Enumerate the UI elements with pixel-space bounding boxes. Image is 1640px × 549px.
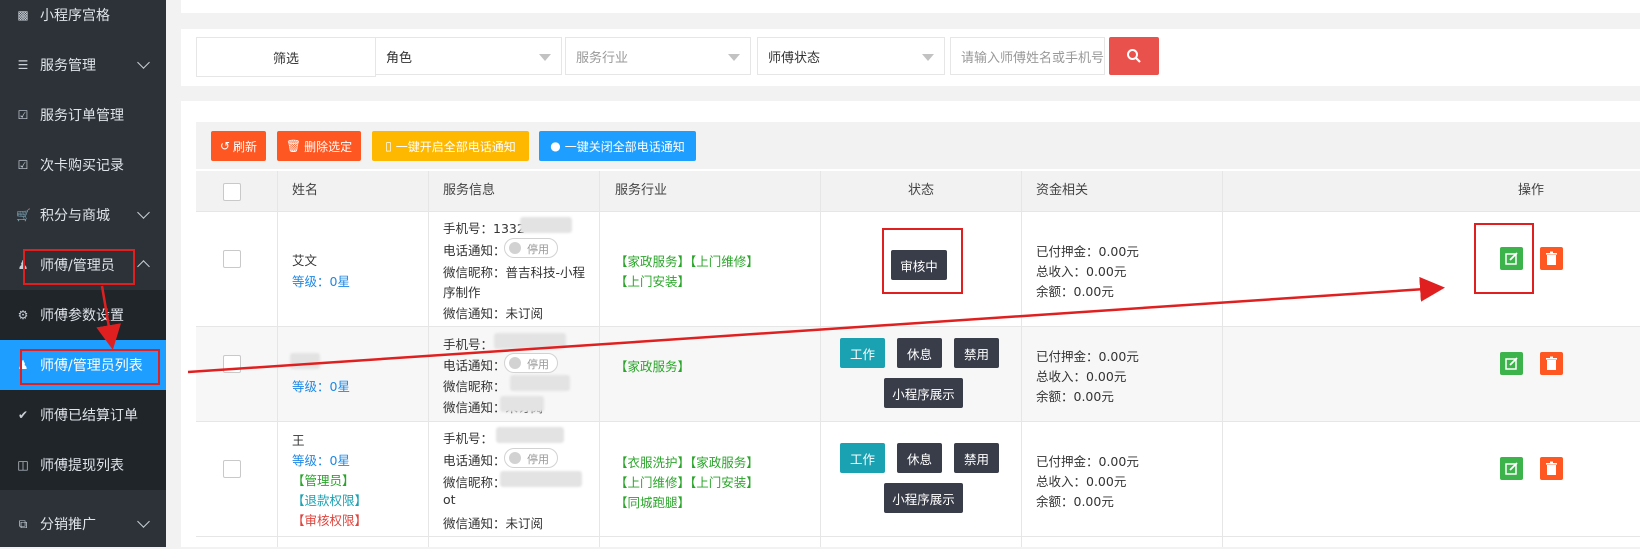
arrow-right: [187, 276, 1445, 374]
annotation-arrows: [96, 276, 1445, 374]
arrow-down: [96, 285, 121, 350]
